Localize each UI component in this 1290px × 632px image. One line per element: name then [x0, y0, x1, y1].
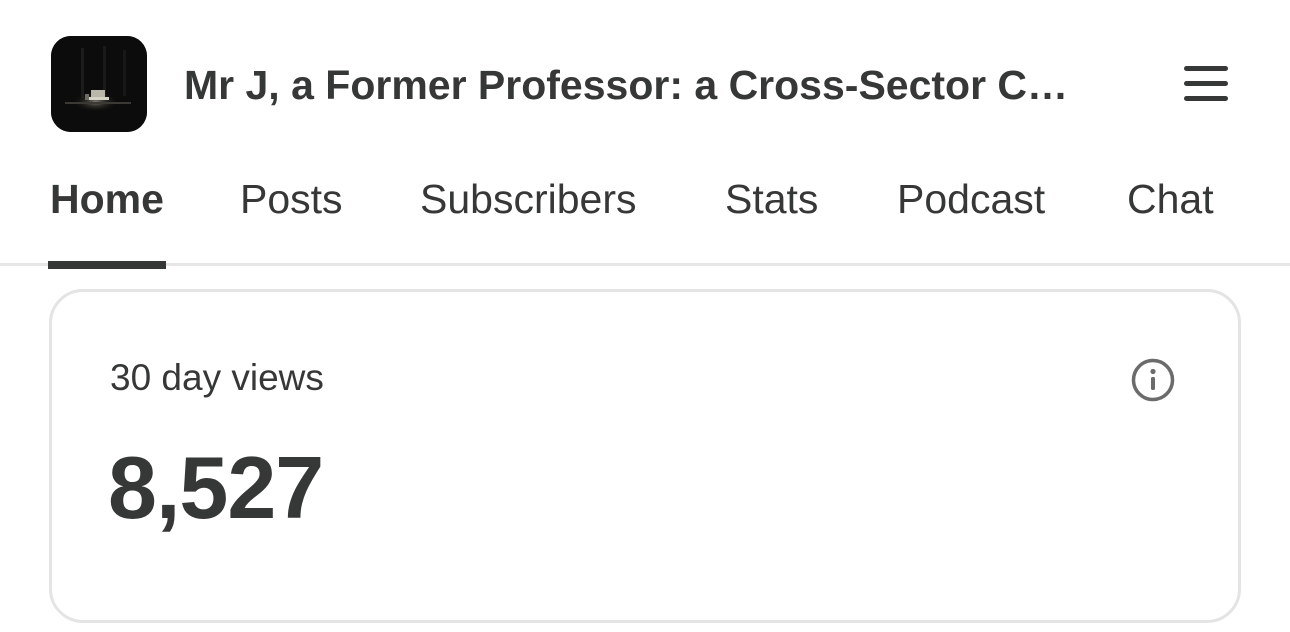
- tab-chat[interactable]: Chat: [1127, 174, 1214, 266]
- tab-home[interactable]: Home: [48, 174, 166, 269]
- menu-line: [1184, 96, 1228, 101]
- menu-line: [1184, 81, 1228, 86]
- tab-podcast-label: Podcast: [897, 176, 1046, 222]
- hamburger-menu-icon[interactable]: [1180, 62, 1232, 106]
- publication-title[interactable]: Mr J, a Former Professor: a Cross-Sector…: [184, 60, 1124, 110]
- tab-stats[interactable]: Stats: [725, 174, 818, 266]
- tab-subscribers-label: Subscribers: [420, 176, 637, 222]
- tab-posts-label: Posts: [240, 176, 343, 222]
- active-tab-indicator: [48, 261, 166, 269]
- views-stat-card[interactable]: 30 day views 8,527: [49, 289, 1241, 623]
- tab-home-label: Home: [50, 176, 164, 222]
- tab-chat-label: Chat: [1127, 176, 1214, 222]
- info-icon[interactable]: [1130, 357, 1176, 403]
- info-icon-glyph: [1131, 358, 1175, 402]
- publication-logo[interactable]: [51, 36, 147, 132]
- tab-podcast[interactable]: Podcast: [897, 174, 1045, 266]
- tab-posts[interactable]: Posts: [240, 174, 343, 266]
- tab-stats-label: Stats: [725, 176, 819, 222]
- dashboard-tabs: Home Posts Subscribers Stats Podcast Cha…: [0, 150, 1290, 269]
- stat-label: 30 day views: [110, 357, 324, 398]
- menu-line: [1184, 66, 1228, 71]
- publication-logo-image: [51, 36, 147, 132]
- tab-subscribers[interactable]: Subscribers: [420, 174, 636, 266]
- stat-value: 8,527: [108, 438, 324, 537]
- publication-header: Mr J, a Former Professor: a Cross-Sector…: [0, 0, 1290, 150]
